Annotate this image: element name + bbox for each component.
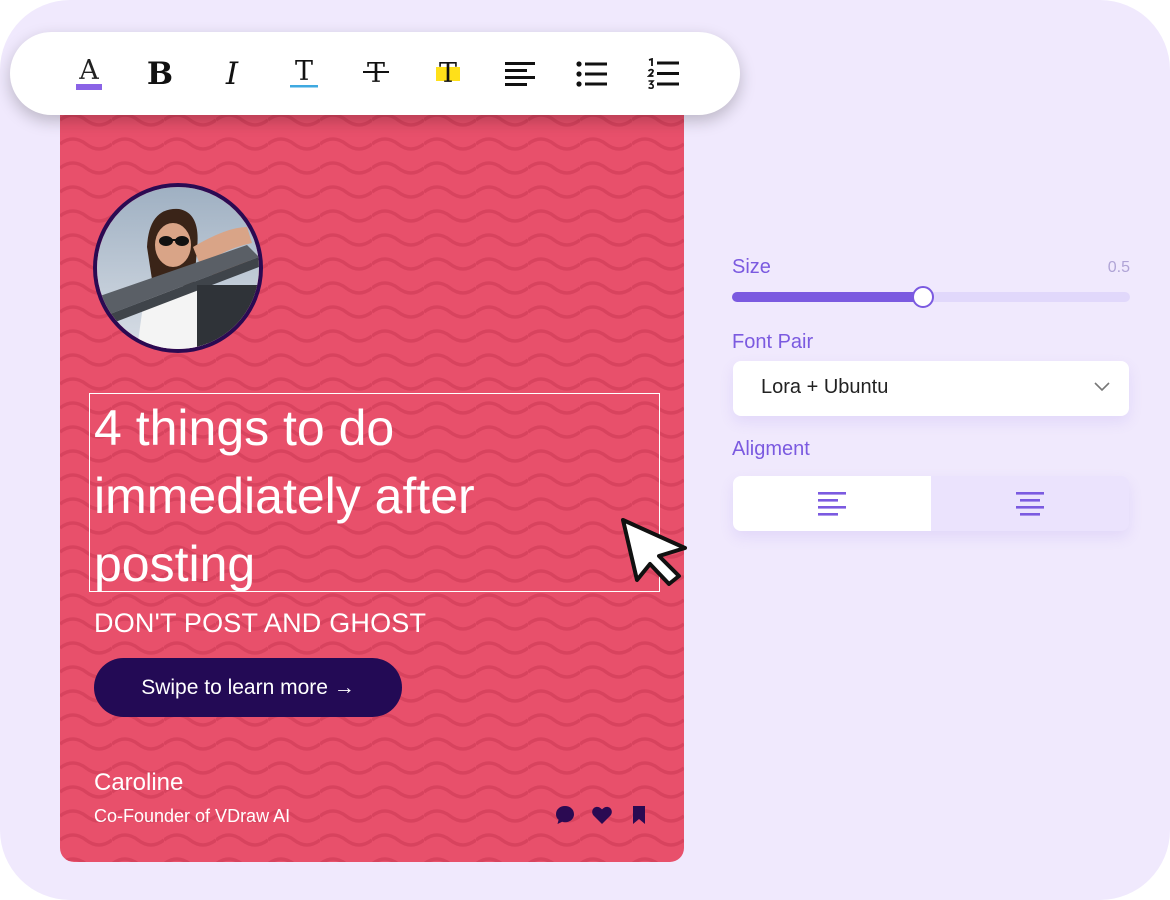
size-label: Size: [732, 256, 771, 278]
size-value: 0.5: [1107, 259, 1130, 276]
underline-button[interactable]: T: [280, 52, 328, 96]
highlight-button[interactable]: T: [424, 52, 472, 96]
headline-line: immediately after: [94, 468, 475, 524]
highlight-icon: T: [436, 58, 460, 89]
size-slider-fill: [732, 292, 924, 302]
highlight-glyph: T: [439, 58, 457, 89]
align-center-icon: [1016, 491, 1044, 516]
alignment-label: Aligment: [732, 438, 810, 460]
align-left-icon: [818, 491, 846, 516]
align-left-option[interactable]: [733, 476, 931, 531]
underline-icon: T: [290, 56, 318, 88]
headline-line: 4 things to do: [94, 400, 395, 456]
heart-icon[interactable]: [590, 804, 614, 826]
bullet-list-icon: [576, 61, 607, 87]
align-center-option[interactable]: [931, 476, 1129, 531]
size-slider-thumb[interactable]: [912, 286, 935, 308]
text-color-glyph: A: [78, 56, 99, 86]
font-pair-select[interactable]: Lora + Ubuntu: [733, 361, 1129, 416]
bookmark-icon[interactable]: [627, 804, 651, 826]
text-color-button[interactable]: A: [65, 52, 113, 96]
align-left-button[interactable]: [496, 52, 544, 96]
comment-icon[interactable]: [553, 804, 577, 826]
font-pair-value: Lora + Ubuntu: [761, 376, 889, 398]
author-name: Caroline: [94, 769, 184, 796]
headline-line: posting: [94, 536, 256, 592]
italic-icon: I: [225, 56, 239, 92]
text-color-icon: A: [76, 56, 102, 90]
alignment-toggle: [733, 476, 1129, 531]
italic-button[interactable]: I: [208, 52, 256, 96]
card-action-icons: [553, 804, 651, 826]
strikethrough-glyph: T: [367, 58, 385, 89]
numbered-list-button[interactable]: [640, 52, 688, 96]
align-left-icon: [505, 62, 535, 86]
font-pair-label: Font Pair: [732, 331, 814, 353]
editor-canvas: 4 things to do immediately after posting…: [0, 0, 1170, 900]
numbered-list-icon: [647, 58, 679, 90]
chevron-down-icon: [1093, 380, 1111, 398]
bold-button[interactable]: B: [136, 52, 184, 96]
swipe-cta-button[interactable]: Swipe to learn more →: [94, 658, 402, 717]
author-role: Co-Founder of VDraw AI: [94, 806, 291, 826]
headline-text[interactable]: 4 things to do immediately after posting: [94, 394, 654, 598]
author-avatar: [93, 183, 263, 353]
bold-icon: B: [146, 56, 174, 92]
underline-glyph: T: [295, 56, 313, 87]
text-format-toolbar: A B I T T T: [10, 32, 740, 115]
strikethrough-button[interactable]: T: [352, 52, 400, 96]
size-slider[interactable]: [732, 286, 1130, 308]
subheading: DON'T POST AND GHOST: [94, 608, 427, 638]
bullet-list-button[interactable]: [568, 52, 616, 96]
strikethrough-icon: T: [363, 58, 389, 89]
mouse-pointer-icon: [617, 514, 693, 591]
